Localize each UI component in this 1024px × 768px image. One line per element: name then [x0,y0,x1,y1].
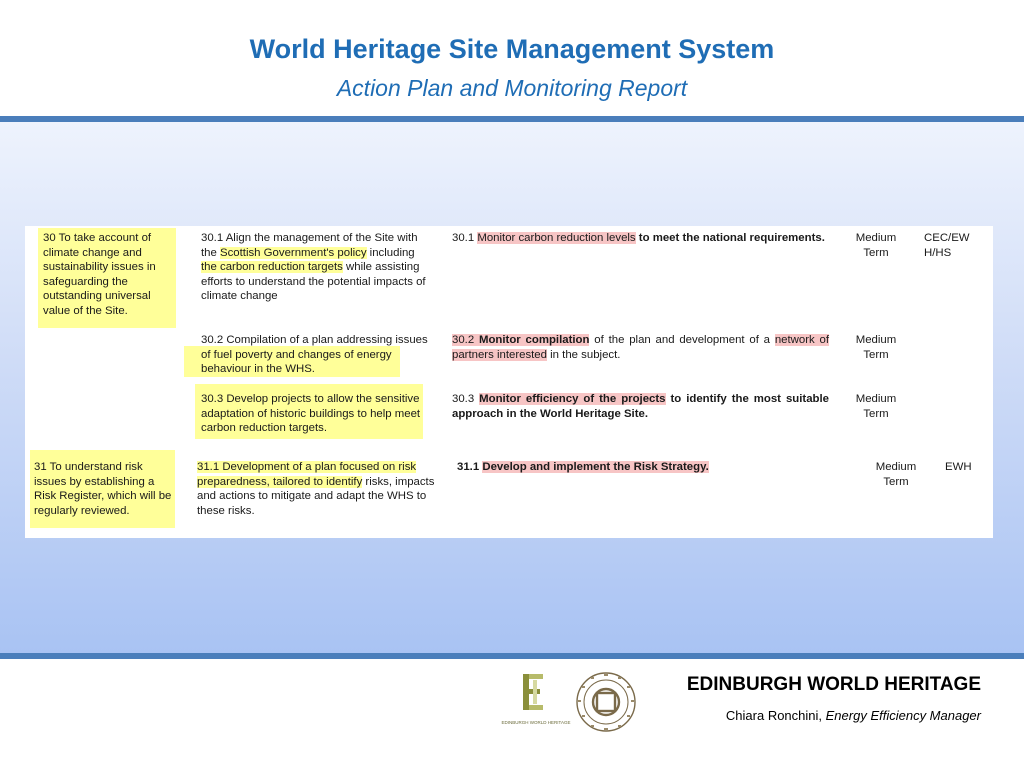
timescale-line: Medium [855,334,897,346]
timescale-31-1: Medium Term [868,460,924,489]
monitoring-number: 31.1 [457,461,483,473]
monitoring-number: 30.1 [452,232,478,244]
responsibility-31-1: EWH [945,461,972,473]
highlighted-text: Develop and implement the Risk Strategy. [482,461,709,473]
presenter-role: Energy Efficiency Manager [825,708,981,723]
highlighted-text: Monitor carbon reduction levels [477,232,636,244]
ew-logo-text: EDINBURGH WORLD HERITAGE [501,720,571,725]
timescale-line: Term [883,475,909,488]
slide-title: World Heritage Site Management System [249,34,775,64]
timescale-30-3: Medium Term [848,392,904,421]
timescale-line: Medium [875,461,917,473]
highlighted-text: 30.2 [452,334,479,346]
action-31-1: 31.1 Development of a plan focused on ri… [197,460,442,518]
responsibility-line: CEC/EW [924,232,970,244]
timescale-line: Medium [855,393,897,405]
highlighted-text: Monitor efficiency of the projects [479,393,666,405]
monitoring-31-1: 31.1 Develop and implement the Risk Stra… [457,460,837,475]
action-text: 30.2 Compilation of a plan addressing [201,334,396,346]
timescale-line: Term [863,246,889,259]
monitoring-30-3: 30.3 Monitor efficiency of the projects … [452,392,829,421]
objective-30: 30 To take account of climate change and… [43,232,156,317]
action-30-1: 30.1 Align the management of the Site wi… [201,231,433,304]
monitoring-number: 30.3 [452,393,480,405]
action-30-2: 30.2 Compilation of a plan addressing is… [201,333,433,377]
world-heritage-emblem-icon [576,672,636,732]
timescale-line: Term [863,407,889,420]
highlighted-text: Monitor compilation [478,334,590,346]
monitoring-text: to meet the national requirements. [635,232,825,244]
monitoring-30-1: 30.1 Monitor carbon reduction levels to … [452,231,829,246]
organization-name: EDINBURGH WORLD HERITAGE [686,674,981,695]
action-plan-table: 30 To take account of climate change and… [25,226,993,538]
world-heritage-emblem [574,670,638,734]
timescale-30-2: Medium Term [848,333,904,362]
slide-subtitle: Action Plan and Monitoring Report [336,75,688,101]
edinburgh-world-heritage-logo: EDINBURGH WORLD HERITAGE [496,672,576,730]
timescale-30-1: Medium Term [848,231,904,260]
action-30-3: 30.3 Develop projects to allow the sensi… [201,393,421,435]
objective-31: 31 To understand risk issues by establis… [34,461,172,517]
action-text: of [340,348,357,361]
highlighted-text: Scottish Government's policy [220,246,367,259]
monitoring-30-2: 30.2 Monitor compilation of the plan and… [452,333,829,362]
timescale-line: Term [863,348,889,361]
highlighted-text: the carbon reduction targets [201,261,343,274]
monitoring-text: of the plan and development of a [589,334,775,346]
timescale-line: Medium [855,232,897,244]
responsibility-30-1: CEC/EW H/HS [924,231,988,260]
presenter-credit: Chiara Ronchini, Energy Efficiency Manag… [726,708,981,723]
presenter-name: Chiara Ronchini, [725,708,823,723]
action-text: including [366,246,415,259]
slide-header: World Heritage Site Management System Ac… [0,0,1024,116]
monitoring-text: in the subject. [546,348,621,361]
responsibility-line: H/HS [924,246,952,259]
